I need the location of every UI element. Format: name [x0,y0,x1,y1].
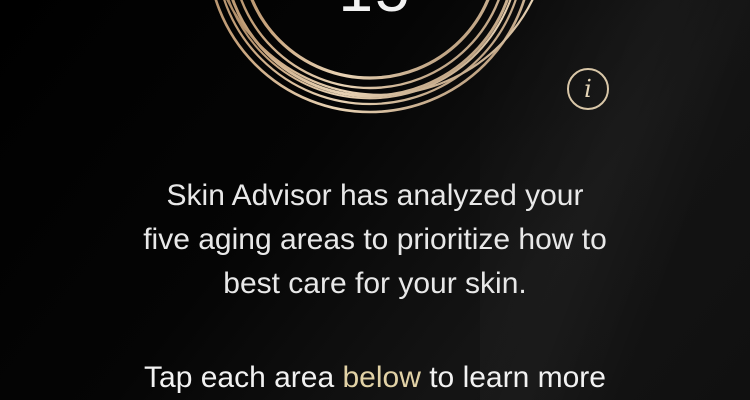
analysis-description: Skin Advisor has analyzed your five agin… [0,174,750,306]
analysis-line: Skin Advisor has analyzed your [166,179,584,212]
info-icon: i [584,75,592,103]
cta-prefix: Tap each area [144,361,343,394]
below-link[interactable]: below [343,361,421,394]
learn-more-prompt: Tap each area below to learn more [0,356,750,400]
info-button[interactable]: i [567,68,609,110]
analysis-line: best care for your skin. [223,267,527,300]
skin-score-value: 15 [0,0,750,22]
analysis-line: five aging areas to prioritize how to [143,223,607,256]
cta-suffix: to learn more [420,361,606,394]
skin-advisor-screen: 15 i Skin Advisor has analyzed your five… [0,0,750,400]
